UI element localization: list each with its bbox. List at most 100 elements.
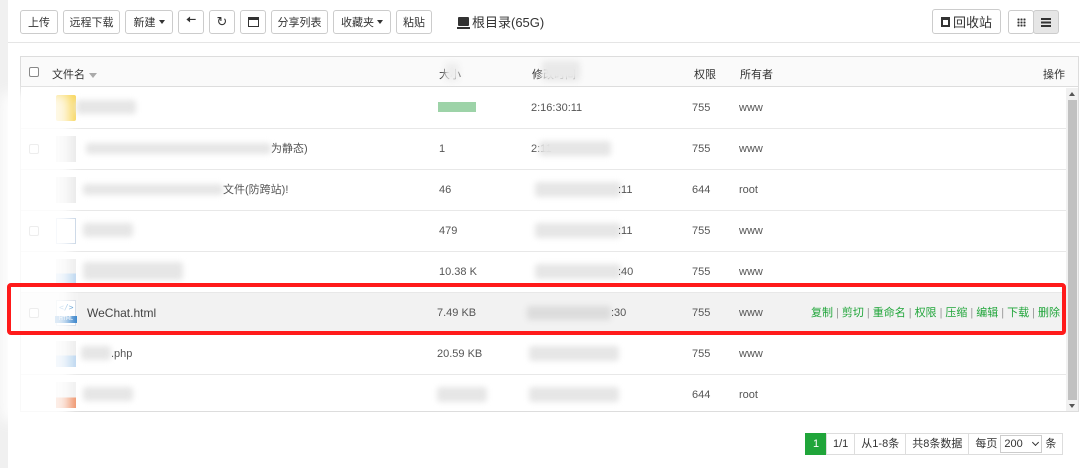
hard-drive-icon xyxy=(457,17,470,29)
owner-cell[interactable]: www xyxy=(739,88,763,128)
page-count: 1/1 xyxy=(826,433,856,455)
pagination: 1 1/1 从1-8条 共8条数据 每页 200 条 xyxy=(805,433,1064,455)
upload-button[interactable]: 上传 xyxy=(20,9,58,34)
chevron-down-icon xyxy=(1032,438,1040,447)
per-page-label: 每页 xyxy=(975,438,998,450)
select-all-checkbox[interactable] xyxy=(29,67,39,77)
grid-icon xyxy=(1016,17,1026,27)
redacted-filename xyxy=(83,387,133,401)
permission-cell[interactable]: 755 xyxy=(692,211,710,251)
recycle-bin-button[interactable]: 回收站 xyxy=(932,9,1002,34)
caret-down-icon xyxy=(158,19,165,24)
per-page-select[interactable]: 200 xyxy=(1000,435,1043,453)
grid-view-button[interactable] xyxy=(1008,10,1034,34)
file-toolbar: 上传 远程下载 新建 🠄 ↻ 分享列表 收藏夹 粘贴 xyxy=(20,9,437,34)
table-row[interactable]: 479 :11 755 www xyxy=(21,211,1066,252)
file-table: 文件名 大小 修改时间 权限 所有者 操作 2:16:30:11 755 www… xyxy=(20,56,1079,412)
per-page-value: 200 xyxy=(1004,438,1023,450)
share-list-button[interactable]: 分享列表 xyxy=(271,9,328,34)
table-row[interactable]: .php 20.59 KB 755 www xyxy=(21,334,1066,375)
redacted-size xyxy=(437,387,487,402)
per-page-control: 每页 200 条 xyxy=(968,433,1064,455)
column-header-name[interactable]: 文件名 xyxy=(52,66,97,82)
redacted-filename xyxy=(76,100,136,114)
redacted-filename xyxy=(83,223,133,237)
toolbar-divider xyxy=(8,42,1080,43)
redacted-date xyxy=(529,346,619,361)
redacted-header-block xyxy=(445,63,459,81)
vertical-scrollbar[interactable] xyxy=(1066,88,1078,411)
modified-cell: :11 xyxy=(618,225,633,237)
scrollbar-thumb[interactable] xyxy=(1068,100,1077,400)
refresh-button[interactable]: ↻ xyxy=(209,9,235,34)
owner-cell[interactable]: www xyxy=(739,334,763,374)
size-cell: 20.59 KB xyxy=(437,348,483,360)
highlight-annotation xyxy=(7,283,1066,335)
terminal-icon xyxy=(247,16,259,27)
owner-cell[interactable]: root xyxy=(739,170,758,210)
new-dropdown-button[interactable]: 新建 xyxy=(125,9,173,34)
path-breadcrumb[interactable]: 根目录(65G) xyxy=(457,12,545,31)
redaction-overlay xyxy=(0,92,70,422)
filename-cell[interactable]: .php xyxy=(111,334,132,374)
back-button[interactable]: 🠄 xyxy=(178,9,204,34)
table-row[interactable]: 为静态) 1 2:11 755 www xyxy=(21,129,1066,170)
redacted-filename xyxy=(86,143,271,154)
redacted-filename xyxy=(83,184,223,195)
size-cell: 1 xyxy=(439,143,446,155)
size-bar xyxy=(438,102,476,112)
list-icon xyxy=(1041,17,1051,27)
permission-cell[interactable]: 644 xyxy=(692,170,710,210)
redacted-date xyxy=(529,387,619,402)
owner-cell[interactable]: www xyxy=(739,211,763,251)
favorites-button-label: 收藏夹 xyxy=(341,16,374,29)
column-header-permission[interactable]: 权限 xyxy=(694,66,716,82)
column-name-label: 文件名 xyxy=(52,69,85,81)
redacted-filename xyxy=(83,262,183,280)
terminal-button[interactable] xyxy=(240,9,266,34)
permission-cell[interactable]: 755 xyxy=(692,334,710,374)
page-total: 共8条数据 xyxy=(905,433,970,455)
size-cell: 479 xyxy=(439,225,458,237)
scroll-up-icon[interactable] xyxy=(1069,92,1075,96)
modified-cell: 2:16:30:11 xyxy=(531,102,583,114)
column-header-actions: 操作 xyxy=(1043,69,1065,81)
recycle-bin-label: 回收站 xyxy=(953,15,993,30)
redacted-date xyxy=(535,264,621,279)
filename-cell[interactable]: 为静态) xyxy=(271,129,308,169)
scroll-down-icon[interactable] xyxy=(1069,404,1075,408)
modified-cell: :11 xyxy=(618,184,633,196)
favorites-dropdown-button[interactable]: 收藏夹 xyxy=(333,9,391,34)
view-toggle xyxy=(1008,10,1059,34)
table-row[interactable]: 文件(防跨站)! 46 :11 644 root xyxy=(21,170,1066,211)
trash-icon xyxy=(941,16,950,27)
refresh-icon: ↻ xyxy=(216,13,228,29)
table-row[interactable]: 644 root xyxy=(21,375,1066,411)
redacted-header-block xyxy=(542,61,580,81)
owner-cell[interactable]: www xyxy=(739,129,763,169)
page-range: 从1-8条 xyxy=(854,433,907,455)
filename-cell[interactable]: 文件(防跨站)! xyxy=(223,170,288,210)
table-header: 文件名 大小 修改时间 权限 所有者 操作 xyxy=(21,57,1078,87)
page-current[interactable]: 1 xyxy=(805,433,827,455)
table-row[interactable]: 2:16:30:11 755 www xyxy=(21,88,1066,129)
redacted-date xyxy=(535,223,621,238)
path-label: 根目录(65G) xyxy=(472,15,545,30)
new-button-label: 新建 xyxy=(133,16,156,29)
paste-button[interactable]: 粘贴 xyxy=(396,9,432,34)
arrow-left-icon: 🠄 xyxy=(185,11,197,27)
permission-cell[interactable]: 755 xyxy=(692,129,710,169)
redacted-filename xyxy=(81,346,111,360)
column-header-owner[interactable]: 所有者 xyxy=(740,66,773,82)
permission-cell[interactable]: 755 xyxy=(692,88,710,128)
per-page-unit: 条 xyxy=(1045,438,1057,450)
sort-caret-icon xyxy=(89,72,97,78)
caret-down-icon xyxy=(377,19,383,24)
size-cell: 46 xyxy=(439,184,452,196)
permission-cell[interactable]: 644 xyxy=(692,375,710,411)
remote-download-button[interactable]: 远程下载 xyxy=(63,9,120,34)
list-view-button[interactable] xyxy=(1033,10,1059,34)
redacted-date xyxy=(535,182,621,197)
owner-cell[interactable]: root xyxy=(739,375,758,411)
redacted-date xyxy=(539,141,611,156)
